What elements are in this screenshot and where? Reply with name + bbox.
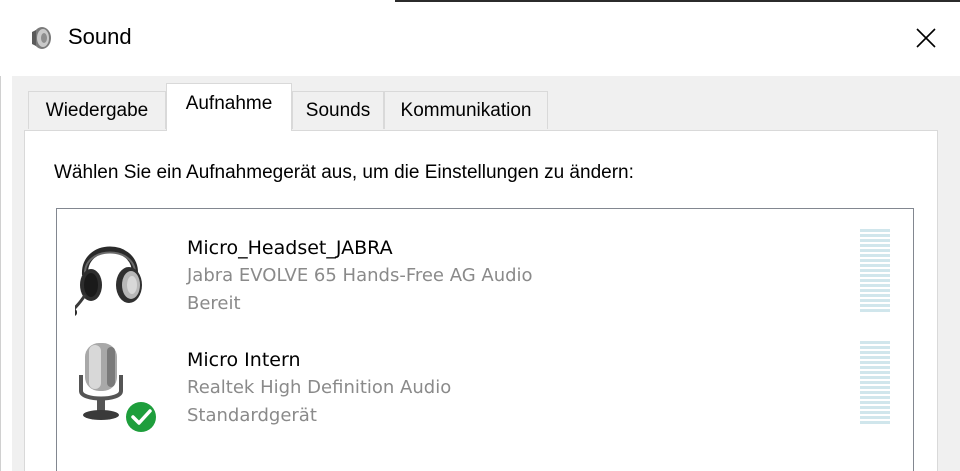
level-meter-segment — [860, 274, 890, 277]
green-checkmark-icon — [124, 400, 158, 434]
window-top-border — [395, 0, 960, 2]
headset-icon — [75, 246, 142, 316]
tab-label: Wiedergabe — [45, 99, 149, 121]
level-meter-segment — [860, 371, 890, 374]
close-button[interactable] — [900, 14, 952, 62]
level-meter-segment — [860, 309, 890, 312]
level-meter-segment — [860, 294, 890, 297]
level-meter-segment — [860, 304, 890, 307]
level-meter-segment — [860, 279, 890, 282]
level-meter-segment — [860, 341, 890, 344]
level-meter-segment — [860, 254, 890, 257]
title-bar[interactable]: Sound — [0, 0, 960, 76]
device-status: Bereit — [187, 293, 241, 314]
tab-aufnahme[interactable]: Aufnahme — [166, 83, 292, 131]
speaker-icon — [32, 27, 51, 49]
level-meter-segment — [860, 386, 890, 389]
level-meter-segment — [860, 239, 890, 242]
tab-label: Aufnahme — [185, 92, 273, 114]
level-meter-segment — [860, 249, 890, 252]
level-meter — [860, 229, 890, 314]
level-meter-segment — [860, 416, 890, 419]
level-meter-segment — [860, 264, 890, 267]
level-meter-segment — [860, 356, 890, 359]
device-status: Standardgerät — [187, 405, 317, 426]
tab-sounds[interactable]: Sounds — [292, 91, 384, 129]
device-driver: Jabra EVOLVE 65 Hands-Free AG Audio — [187, 265, 533, 286]
level-meter-segment — [860, 269, 890, 272]
device-item-micro-headset-jabra[interactable]: Micro_Headset_JABRA Jabra EVOLVE 65 Hand… — [57, 215, 913, 327]
level-meter-segment — [860, 234, 890, 237]
close-icon — [916, 28, 936, 48]
level-meter — [860, 341, 890, 426]
level-meter-segment — [860, 351, 890, 354]
device-name: Micro Intern — [187, 349, 301, 371]
sound-dialog-window: Sound Wiedergabe Aufnahme Sounds Kommuni… — [0, 0, 960, 471]
level-meter-segment — [860, 366, 890, 369]
level-meter-segment — [860, 289, 890, 292]
level-meter-segment — [860, 346, 890, 349]
level-meter-segment — [860, 406, 890, 409]
level-meter-segment — [860, 376, 890, 379]
level-meter-segment — [860, 391, 890, 394]
instruction-text: Wählen Sie ein Aufnahmegerät aus, um die… — [54, 162, 634, 183]
tab-label: Kommunikation — [400, 99, 532, 121]
level-meter-segment — [860, 244, 890, 247]
level-meter-segment — [860, 299, 890, 302]
recording-device-list[interactable]: Micro_Headset_JABRA Jabra EVOLVE 65 Hand… — [56, 208, 914, 471]
level-meter-segment — [860, 411, 890, 414]
level-meter-segment — [860, 381, 890, 384]
level-meter-segment — [860, 401, 890, 404]
device-name: Micro_Headset_JABRA — [187, 237, 393, 259]
level-meter-segment — [860, 259, 890, 262]
tab-kommunikation[interactable]: Kommunikation — [384, 91, 548, 129]
level-meter-segment — [860, 229, 890, 232]
level-meter-segment — [860, 284, 890, 287]
window-title: Sound — [68, 24, 132, 49]
tab-wiedergabe[interactable]: Wiedergabe — [28, 91, 166, 129]
level-meter-segment — [860, 421, 890, 424]
level-meter-segment — [860, 396, 890, 399]
tab-label: Sounds — [305, 99, 371, 121]
device-item-micro-intern[interactable]: Micro Intern Realtek High Definition Aud… — [57, 327, 913, 439]
level-meter-segment — [860, 361, 890, 364]
device-driver: Realtek High Definition Audio — [187, 377, 452, 398]
